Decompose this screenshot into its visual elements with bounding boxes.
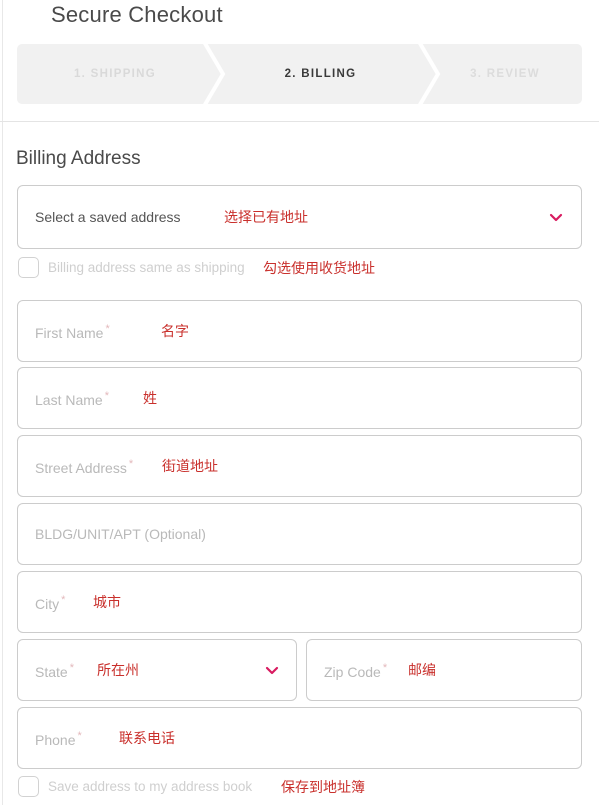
same-as-shipping-checkbox[interactable] (18, 257, 39, 278)
required-mark: * (128, 458, 134, 471)
bldg-unit-apt-input[interactable]: BLDG/UNIT/APT (Optional) (17, 503, 582, 565)
phone-placeholder: Phone * (35, 730, 82, 748)
saved-address-label: Select a saved address (35, 209, 181, 225)
last-name-input[interactable]: Last Name * 姓 (17, 367, 582, 429)
required-mark: * (105, 323, 110, 336)
first-name-placeholder: First Name * (35, 323, 110, 341)
zip-code-input[interactable]: Zip Code * 邮编 (306, 639, 582, 701)
street-address-input[interactable]: Street Address * 街道地址 (17, 435, 582, 497)
checkout-stepper: 1. SHIPPING 2. BILLING 3. REVIEW (17, 44, 582, 104)
page-title: Secure Checkout (51, 2, 223, 27)
state-select[interactable]: State * 所在州 (17, 639, 297, 701)
city-input[interactable]: City * 城市 (17, 571, 582, 633)
required-mark: * (61, 594, 66, 607)
save-address-checkbox[interactable] (18, 776, 39, 797)
save-address-row[interactable]: Save address to my address book (18, 776, 438, 798)
street-address-annotation: 街道地址 (162, 458, 218, 474)
checkout-header: Secure Checkout 1. SHIPPING 2. BILLING 3… (0, 0, 599, 122)
section-title-billing-address: Billing Address (16, 148, 141, 169)
stepper-step-review[interactable]: 3. REVIEW (428, 44, 582, 104)
save-address-annotation: 保存到地址簿 (281, 779, 365, 795)
same-as-shipping-row[interactable]: Billing address same as shipping (18, 257, 438, 279)
required-mark: * (104, 390, 109, 403)
first-name-annotation: 名字 (161, 323, 189, 339)
chevron-down-icon[interactable] (548, 209, 564, 225)
required-mark: * (382, 662, 388, 675)
same-as-shipping-annotation: 勾选使用收货地址 (263, 260, 375, 276)
bldg-unit-apt-placeholder: BLDG/UNIT/APT (Optional) (35, 526, 206, 542)
saved-address-annotation: 选择已有地址 (224, 209, 308, 225)
stepper-step-shipping[interactable]: 1. SHIPPING (17, 44, 213, 104)
state-placeholder: State * (35, 662, 74, 680)
first-name-input[interactable]: First Name * 名字 (17, 300, 582, 362)
phone-annotation: 联系电话 (119, 730, 175, 746)
required-mark: * (69, 662, 74, 675)
zip-code-placeholder: Zip Code * (324, 662, 388, 680)
saved-address-select[interactable]: Select a saved address 选择已有地址 (17, 185, 582, 249)
save-address-label: Save address to my address book (48, 779, 253, 794)
last-name-annotation: 姓 (143, 390, 157, 406)
last-name-placeholder: Last Name * (35, 390, 109, 408)
state-annotation: 所在州 (97, 662, 139, 678)
street-address-placeholder: Street Address * (35, 458, 134, 476)
chevron-down-icon-state[interactable] (264, 662, 280, 678)
stepper-step-billing[interactable]: 2. BILLING (213, 44, 428, 104)
same-as-shipping-label: Billing address same as shipping (48, 260, 245, 275)
phone-input[interactable]: Phone * 联系电话 (17, 707, 582, 769)
required-mark: * (77, 730, 82, 743)
city-placeholder: City * (35, 594, 66, 612)
city-annotation: 城市 (93, 594, 121, 610)
zip-code-annotation: 邮编 (408, 662, 436, 678)
